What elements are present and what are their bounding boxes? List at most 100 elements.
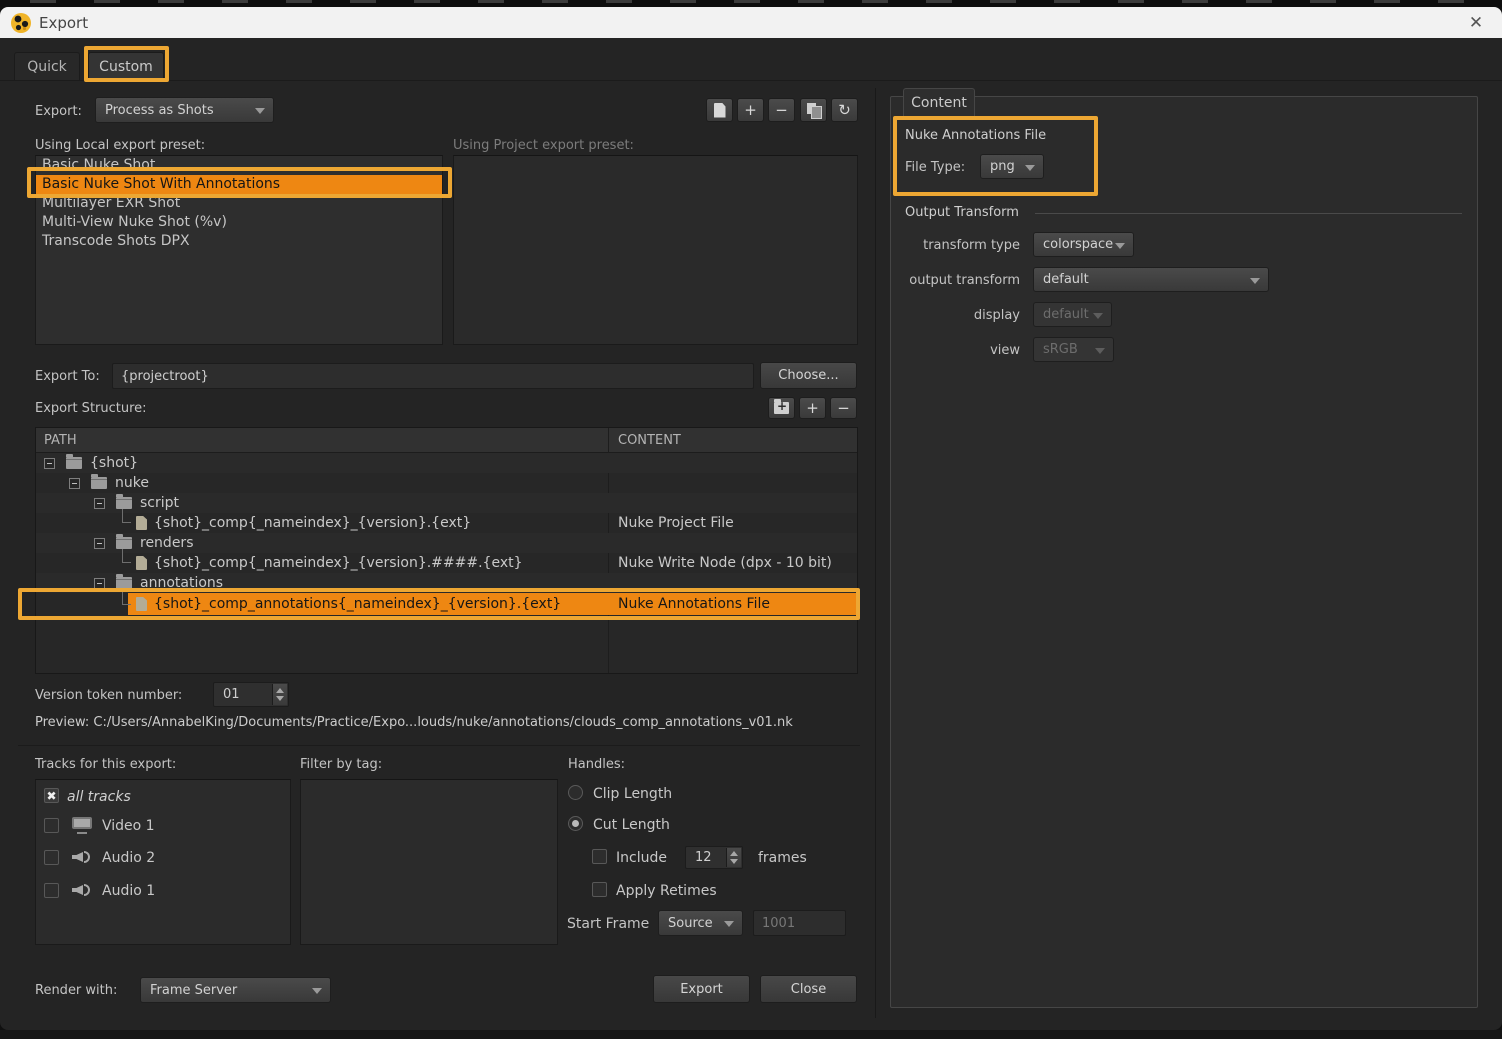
new-preset-button[interactable]: [706, 98, 733, 122]
panel-divider: [875, 88, 876, 1018]
close-button[interactable]: Close: [760, 975, 857, 1003]
tree-content: Nuke Annotations File: [618, 596, 770, 612]
view-label: view: [890, 343, 1020, 358]
export-button[interactable]: Export: [653, 975, 750, 1003]
include-checkbox[interactable]: [592, 849, 607, 864]
preset-item[interactable]: Basic Nuke Shot: [36, 156, 442, 175]
dialog-titlebar[interactable]: Export ✕: [0, 7, 1502, 38]
export-dialog: Export ✕ Quick Custom Export: Process as…: [0, 0, 1502, 1039]
checkbox-icon[interactable]: [44, 883, 59, 898]
tree-row[interactable]: nuke: [36, 473, 857, 493]
start-frame-label: Start Frame: [567, 916, 649, 932]
export-to-field[interactable]: {projectroot}: [112, 363, 754, 389]
start-frame-field[interactable]: 1001: [753, 910, 846, 936]
start-frame-mode-dropdown[interactable]: Source: [658, 910, 743, 936]
tree-path: nuke: [115, 475, 149, 491]
track-label: Audio 2: [102, 850, 155, 866]
export-mode-dropdown[interactable]: Process as Shots: [95, 97, 274, 123]
dialog-title: Export: [39, 14, 88, 32]
view-value: sRGB: [1043, 342, 1078, 357]
transform-type-value: colorspace: [1043, 237, 1113, 252]
preset-item[interactable]: Multi-View Nuke Shot (%v): [36, 213, 442, 232]
tree-connector: [122, 591, 131, 605]
tree-row[interactable]: script: [36, 493, 857, 513]
col-content: CONTENT: [618, 433, 681, 448]
preset-item[interactable]: Transcode Shots DPX: [36, 232, 442, 251]
duplicate-preset-button[interactable]: [800, 98, 827, 122]
expander-icon[interactable]: [94, 538, 105, 549]
add-item-button[interactable]: +: [799, 397, 826, 419]
tracks-list[interactable]: ✖ all tracks Video 1 Audio 2 Audio 1: [35, 779, 291, 945]
add-folder-button[interactable]: [768, 397, 795, 419]
project-preset-label: Using Project export preset:: [453, 138, 634, 153]
revert-icon: ↻: [838, 101, 851, 119]
track-row-audio2[interactable]: Audio 2: [36, 846, 290, 868]
track-row-all[interactable]: ✖ all tracks: [36, 786, 290, 808]
audio-track-icon: [72, 882, 92, 898]
checkbox-icon[interactable]: [44, 818, 59, 833]
expander-icon[interactable]: [44, 458, 55, 469]
audio-track-icon: [72, 849, 92, 865]
remove-preset-button[interactable]: −: [768, 98, 795, 122]
apply-retimes-checkbox[interactable]: [592, 882, 607, 897]
preset-item-selected[interactable]: Basic Nuke Shot With Annotations: [36, 175, 442, 194]
local-preset-list[interactable]: Basic Nuke Shot Basic Nuke Shot With Ann…: [35, 155, 443, 345]
tree-row[interactable]: annotations: [36, 573, 857, 593]
output-transform-heading: Output Transform: [905, 205, 1019, 220]
file-type-dropdown[interactable]: png: [980, 154, 1044, 179]
preset-item[interactable]: Multilayer EXR Shot: [36, 194, 442, 213]
expander-icon[interactable]: [94, 578, 105, 589]
tree-row[interactable]: {shot}_comp{_nameindex}_{version}.####.{…: [36, 553, 857, 573]
track-row-video1[interactable]: Video 1: [36, 814, 290, 836]
dialog-body: Quick Custom Export: Process as Shots + …: [0, 38, 1502, 1030]
add-preset-button[interactable]: +: [737, 98, 764, 122]
start-frame-value: 1001: [762, 916, 795, 931]
tab-content[interactable]: Content: [903, 88, 975, 116]
tab-quick[interactable]: Quick: [14, 52, 80, 80]
revert-preset-button[interactable]: ↻: [831, 98, 858, 122]
preview-path: Preview: C:/Users/AnnabelKing/Documents/…: [35, 715, 793, 730]
tree-path: {shot}_comp{_nameindex}_{version}.####.{…: [154, 555, 523, 571]
folder-icon: [116, 497, 132, 509]
project-preset-list[interactable]: [453, 155, 858, 345]
background-app-menubar: [0, 0, 1502, 7]
render-with-label: Render with:: [35, 983, 117, 998]
tab-custom[interactable]: Custom: [88, 52, 164, 80]
output-transform-dropdown[interactable]: default: [1033, 267, 1269, 292]
render-with-dropdown[interactable]: Frame Server: [140, 977, 331, 1003]
tree-row[interactable]: {shot}: [36, 453, 857, 473]
track-row-audio1[interactable]: Audio 1: [36, 879, 290, 901]
version-token-spinner[interactable]: 01: [213, 682, 289, 707]
output-transform-value: default: [1043, 272, 1089, 287]
export-structure-table[interactable]: PATH CONTENT {shot} nuke script: [35, 427, 858, 674]
include-frames-value: 12: [695, 850, 712, 865]
tree-path: {shot}: [90, 455, 138, 471]
display-label: display: [890, 308, 1020, 323]
spinner-arrows-icon[interactable]: [272, 684, 287, 705]
checkbox-checked-icon[interactable]: ✖: [44, 788, 59, 803]
clip-length-radio[interactable]: [568, 785, 583, 800]
version-token-value: 01: [223, 687, 240, 702]
transform-type-dropdown[interactable]: colorspace: [1033, 232, 1134, 257]
plus-icon: +: [744, 101, 757, 119]
close-icon[interactable]: ✕: [1464, 11, 1488, 35]
expander-icon[interactable]: [94, 498, 105, 509]
tree-path: renders: [140, 535, 193, 551]
tree-connector: [122, 549, 131, 563]
spinner-arrows-icon[interactable]: [726, 848, 741, 867]
choose-button[interactable]: Choose...: [760, 362, 857, 389]
cut-length-radio[interactable]: [568, 816, 583, 831]
include-frames-spinner[interactable]: 12: [685, 846, 743, 869]
tree-row[interactable]: {shot}_comp{_nameindex}_{version}.{ext} …: [36, 513, 857, 533]
expander-icon[interactable]: [69, 478, 80, 489]
tree-row[interactable]: renders: [36, 533, 857, 553]
checkbox-icon[interactable]: [44, 850, 59, 865]
remove-item-button[interactable]: −: [830, 397, 857, 419]
export-label: Export:: [35, 104, 82, 119]
tree-content: Nuke Project File: [618, 515, 734, 531]
tree-path: annotations: [140, 575, 223, 591]
filter-by-tag-box[interactable]: [300, 779, 558, 945]
tree-row-selected[interactable]: {shot}_comp_annotations{_nameindex}_{ver…: [36, 593, 857, 615]
export-mode-value: Process as Shots: [105, 103, 214, 118]
export-to-value: {projectroot}: [121, 369, 209, 384]
